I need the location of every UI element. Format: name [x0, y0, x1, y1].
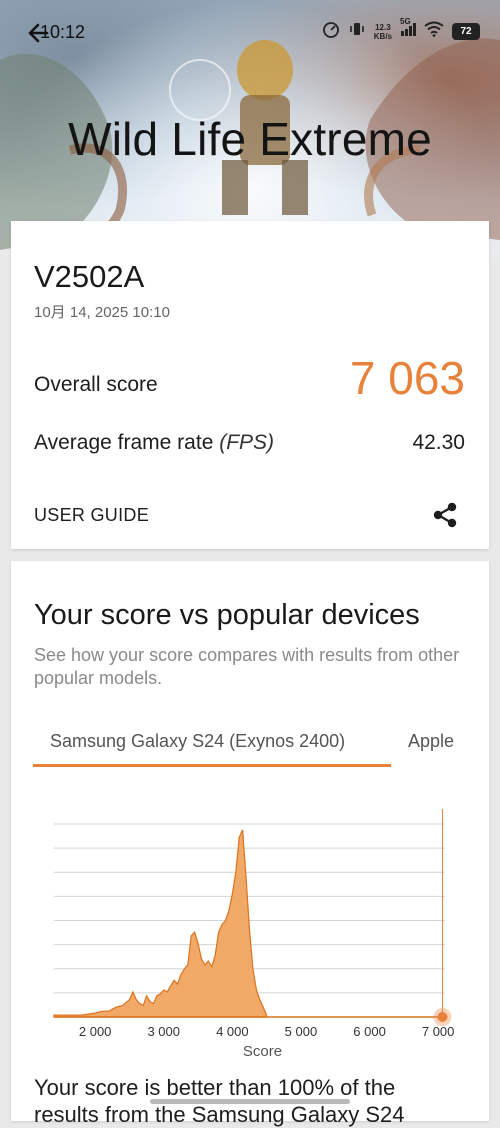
user-guide-link[interactable]: USER GUIDE [34, 505, 149, 526]
network-type: 5G [400, 17, 411, 26]
x-tick-label: 3 000 [147, 1024, 180, 1039]
test-date: 10月 14, 2025 10:10 [34, 304, 170, 321]
network-speed: 12.3 KB/s [374, 23, 392, 41]
home-indicator[interactable] [150, 1099, 350, 1104]
wifi-icon [424, 21, 444, 42]
score-distribution-area [53, 829, 268, 1018]
verdict-line-2: results from the Samsung Galaxy S24 [34, 1102, 405, 1127]
verdict-line-1: Your score is better than 100% of the [34, 1075, 396, 1100]
status-bar: 10:12 12.3 KB/s 5G 72 [0, 0, 500, 64]
fps-value: 42.30 [412, 431, 465, 454]
benchmark-title: Wild Life Extreme [68, 113, 432, 165]
x-axis-label: Score [243, 1043, 282, 1060]
device-name: V2502A [34, 259, 145, 294]
overall-score-label: Overall score [34, 373, 158, 396]
your-score-marker [437, 1012, 448, 1022]
speedometer-icon [322, 20, 340, 43]
status-icons: 12.3 KB/s 5G 72 [322, 17, 480, 43]
comparison-title: Your score vs popular devices [34, 599, 420, 631]
tab-apple[interactable]: Apple [408, 731, 454, 752]
score-distribution-chart: 2 000 3 000 4 000 5 000 6 000 7 000 Score [53, 809, 455, 1060]
tab-samsung-galaxy-s24[interactable]: Samsung Galaxy S24 (Exynos 2400) [50, 731, 345, 752]
share-icon[interactable] [431, 500, 459, 530]
x-tick-label: 2 000 [79, 1024, 112, 1039]
fps-label-text: Average frame rate [34, 431, 214, 454]
signal-icon: 5G [400, 17, 416, 42]
result-card: V2502A 10月 14, 2025 10:10 Overall score … [11, 221, 489, 549]
clock: 10:12 [40, 22, 86, 42]
fps-unit: (FPS) [219, 431, 275, 454]
comparison-card: Your score vs popular devices See how yo… [11, 561, 489, 1127]
x-tick-label: 7 000 [422, 1024, 455, 1039]
active-tab-indicator [33, 764, 391, 767]
vibrate-icon [348, 20, 366, 43]
x-tick-label: 4 000 [216, 1024, 249, 1039]
x-tick-label: 6 000 [353, 1024, 386, 1039]
overall-score-value: 7 063 [349, 352, 465, 404]
x-tick-label: 5 000 [285, 1024, 318, 1039]
battery-icon: 72 [452, 23, 480, 40]
comparison-subtitle: See how your score compares with results… [34, 645, 460, 688]
network-speed-value: 12.3 [375, 22, 391, 32]
fps-label: Average frame rate (FPS) [34, 431, 274, 455]
network-speed-unit: KB/s [373, 31, 392, 41]
